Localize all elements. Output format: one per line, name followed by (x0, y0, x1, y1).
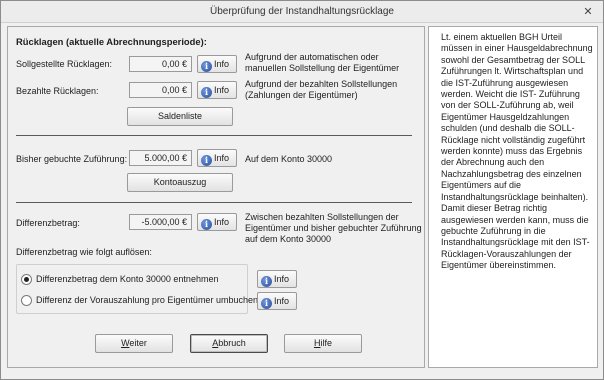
info-label: Info (214, 85, 230, 95)
info-icon: i (261, 298, 272, 309)
entnehmen-info-button[interactable]: i Info (257, 270, 297, 288)
info-label: Info (274, 274, 290, 284)
bezahlt-description: Aufgrund der bezahlten Sollstellungen (Z… (245, 79, 398, 101)
differenz-amount-field: -5.000,00 € (129, 214, 192, 230)
umbuchen-info-button[interactable]: i Info (257, 292, 297, 310)
info-icon: i (201, 155, 212, 166)
gebucht-amount-field: 5.000,00 € (129, 150, 192, 166)
radio-entnehmen[interactable] (21, 274, 32, 285)
bezahlt-info-button[interactable]: i Info (197, 81, 237, 99)
soll-amount-field: 0,00 € (129, 56, 192, 72)
hilfe-button[interactable]: Hilfe (284, 334, 362, 353)
info-label: Info (214, 59, 230, 69)
abbruch-label: bbruch (218, 338, 246, 348)
info-icon: i (261, 276, 272, 287)
gebucht-label: Bisher gebuchte Zuführung: (16, 154, 128, 164)
info-icon: i (201, 87, 212, 98)
info-label: Info (214, 217, 230, 227)
differenz-label: Differenzbetrag: (16, 218, 80, 228)
radio-umbuchen-label[interactable]: Differenz der Vorauszahlung pro Eigentüm… (36, 295, 258, 305)
resolve-heading: Differenzbetrag wie folgt auflösen: (16, 247, 152, 257)
explanation-panel: Lt. einem aktuellen BGH Urteil müssen in… (428, 26, 598, 368)
resolve-options-group: Differenzbetrag dem Konto 30000 entnehme… (16, 264, 258, 314)
gebucht-description: Auf dem Konto 30000 (245, 154, 333, 164)
soll-description: Aufgrund der automatischen oder manuelle… (245, 52, 400, 74)
differenz-info-button[interactable]: i Info (197, 213, 237, 231)
weiter-button[interactable]: Weiter (95, 334, 173, 353)
info-label: Info (274, 296, 290, 306)
gebucht-info-button[interactable]: i Info (197, 149, 237, 167)
radio-entnehmen-label[interactable]: Differenzbetrag dem Konto 30000 entnehme… (36, 274, 218, 284)
main-panel: Rücklagen (aktuelle Abrechnungsperiode):… (7, 26, 425, 368)
window-title: Überprüfung der Instandhaltungsrücklage (209, 6, 394, 17)
weiter-label: eiter (129, 338, 147, 348)
close-icon[interactable]: ✕ (581, 1, 595, 23)
bezahlt-amount-field: 0,00 € (129, 82, 192, 98)
hilfe-label: ilfe (320, 338, 332, 348)
dialog-window: Überprüfung der Instandhaltungsrücklage … (0, 0, 604, 380)
title-bar: Überprüfung der Instandhaltungsrücklage … (1, 1, 603, 23)
differenz-description: Zwischen bezahlten Sollstellungen der Ei… (245, 212, 422, 245)
abbruch-button[interactable]: Abbruch (190, 334, 268, 353)
kontoauszug-button[interactable]: Kontoauszug (127, 173, 233, 192)
divider-2 (16, 202, 412, 203)
soll-label: Sollgestellte Rücklagen: (16, 59, 113, 69)
info-icon: i (201, 219, 212, 230)
info-icon: i (201, 61, 212, 72)
section-title: Rücklagen (aktuelle Abrechnungsperiode): (16, 36, 207, 47)
divider-1 (16, 135, 412, 136)
explanation-text: Lt. einem aktuellen BGH Urteil müssen in… (441, 32, 593, 271)
radio-umbuchen[interactable] (21, 295, 32, 306)
soll-info-button[interactable]: i Info (197, 55, 237, 73)
saldenliste-button[interactable]: Saldenliste (127, 107, 233, 126)
info-label: Info (214, 153, 230, 163)
bezahlt-label: Bezahlte Rücklagen: (16, 86, 99, 96)
